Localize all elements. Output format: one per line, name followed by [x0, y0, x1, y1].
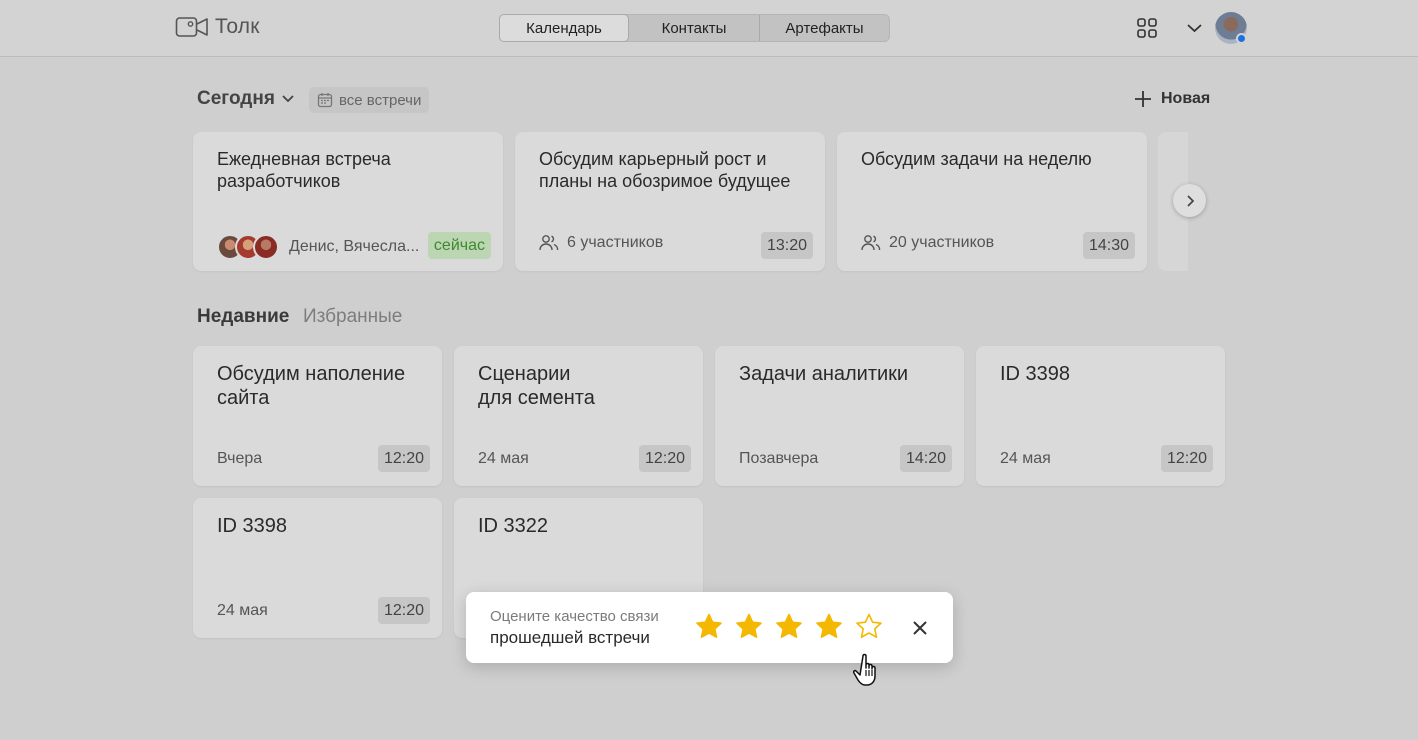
today-meeting-card[interactable]: Ежедневная встреча разработчиков Денис, … [193, 132, 503, 271]
rating-question-line1: Оцените качество связи [490, 608, 659, 625]
meeting-time: 12:20 [638, 445, 691, 472]
people-icon [861, 235, 881, 251]
rating-stars [694, 612, 884, 642]
carousel-next-button[interactable] [1173, 184, 1206, 217]
online-status-indicator [1236, 33, 1247, 44]
meeting-title: Обсудим наполение сайта [217, 363, 406, 409]
new-meeting-label: Новая [1161, 90, 1211, 107]
meeting-date: 24 мая [1000, 450, 1051, 467]
recent-meeting-card[interactable]: Задачи аналитики Позавчера 14:20 [715, 346, 964, 486]
close-icon[interactable] [910, 618, 930, 638]
tab-artifacts[interactable]: Артефакты [759, 15, 889, 41]
calendar-icon [317, 93, 333, 108]
meeting-participants: 20 участников [861, 234, 994, 252]
meeting-participants: Денис, Вячесла... [217, 234, 419, 260]
today-title: Сегодня [197, 88, 275, 109]
meeting-title: ID 3398 [1000, 363, 1071, 385]
meeting-title: Задачи аналитики [739, 363, 909, 385]
main-nav-tabs: Календарь Контакты Артефакты [499, 14, 890, 42]
recent-meeting-card[interactable]: Обсудим наполение сайта Вчера 12:20 [193, 346, 442, 486]
tab-calendar[interactable]: Календарь [499, 14, 629, 42]
tab-contacts[interactable]: Контакты [629, 15, 759, 41]
avatar [253, 234, 279, 260]
participant-count: 20 участников [889, 234, 995, 251]
today-dropdown[interactable]: Сегодня [197, 88, 295, 110]
star-icon[interactable] [854, 612, 884, 642]
meeting-title: Сценарии для семента [478, 363, 595, 409]
recent-meeting-card[interactable]: ID 3398 24 мая 12:20 [193, 498, 442, 638]
meeting-time: 12:20 [377, 445, 430, 472]
meeting-time: 14:30 [1082, 232, 1135, 259]
star-icon[interactable] [734, 612, 764, 642]
star-icon[interactable] [774, 612, 804, 642]
app-name: Толк [215, 15, 260, 38]
meeting-title: Ежедневная встреча разработчиков [217, 149, 391, 191]
hand-cursor-icon [853, 653, 876, 686]
meeting-title: Обсудим карьерный рост и планы на обозри… [539, 149, 791, 191]
participant-avatars [217, 234, 279, 260]
now-badge: сейчас [427, 232, 491, 259]
apps-grid-icon[interactable] [1137, 18, 1157, 38]
recent-meeting-card[interactable]: Сценарии для семента 24 мая 12:20 [454, 346, 703, 486]
today-meeting-card[interactable]: Обсудим задачи на неделю 20 участников 1… [837, 132, 1147, 271]
star-icon[interactable] [814, 612, 844, 642]
all-meetings-label: все встречи [339, 91, 422, 109]
recent-meeting-card[interactable]: ID 3398 24 мая 12:20 [976, 346, 1225, 486]
new-meeting-button[interactable]: Новая [1133, 89, 1210, 109]
meeting-time: 14:20 [899, 445, 952, 472]
star-icon[interactable] [694, 612, 724, 642]
tab-favorites[interactable]: Избранные [303, 306, 402, 328]
meeting-date: Вчера [217, 450, 263, 467]
meeting-date: 24 мая [217, 602, 268, 619]
meeting-title: ID 3398 [217, 515, 288, 537]
meeting-time: 12:20 [377, 597, 430, 624]
chevron-down-icon [282, 95, 294, 103]
meeting-title: Обсудим задачи на неделю [861, 149, 1092, 169]
participant-names: Денис, Вячесла... [289, 238, 420, 255]
tab-recent[interactable]: Недавние [197, 306, 289, 328]
meeting-time: 13:20 [760, 232, 813, 259]
camera-logo-icon [175, 15, 209, 39]
app-logo[interactable]: Толк [175, 15, 260, 39]
plus-icon [1135, 91, 1151, 107]
rating-question-line2: прошедшей встречи [490, 628, 650, 647]
chevron-right-icon [1186, 194, 1194, 207]
participant-count: 6 участников [567, 234, 664, 251]
people-icon [539, 235, 559, 251]
meeting-date: 24 мая [478, 450, 529, 467]
chevron-down-icon[interactable] [1186, 21, 1203, 35]
meeting-title: ID 3322 [478, 515, 549, 537]
all-meetings-button[interactable]: все встречи [309, 87, 430, 113]
meeting-time: 12:20 [1160, 445, 1213, 472]
today-meeting-card[interactable]: Обсудим карьерный рост и планы на обозри… [515, 132, 825, 271]
meeting-participants: 6 участников [539, 234, 663, 252]
meeting-date: Позавчера [739, 450, 819, 467]
